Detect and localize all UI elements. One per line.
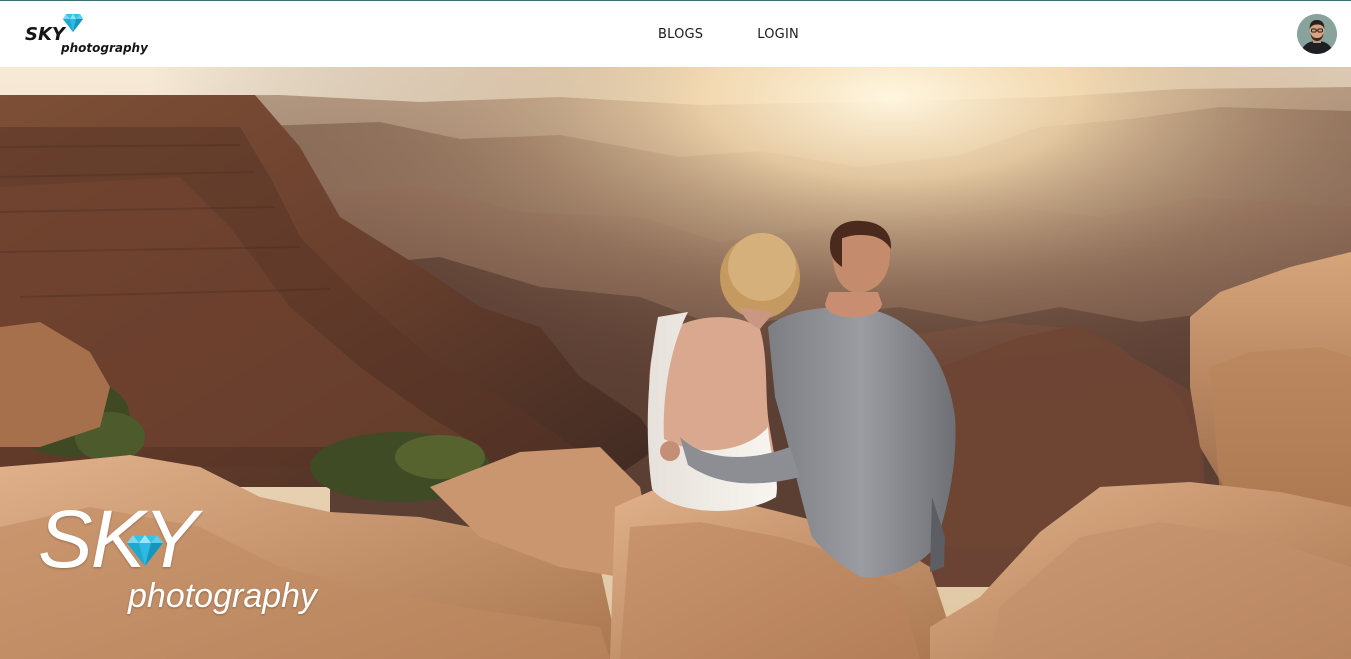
avatar-image xyxy=(1297,14,1337,54)
user-avatar[interactable] xyxy=(1297,14,1337,54)
brand-subtitle: photography xyxy=(61,41,148,55)
main-nav: BLOGS LOGIN xyxy=(640,1,817,67)
hero-banner: SKY photography xyxy=(0,67,1351,659)
nav-link-blogs[interactable]: BLOGS xyxy=(640,27,721,42)
nav-link-login[interactable]: LOGIN xyxy=(739,27,817,42)
diamond-icon xyxy=(127,535,163,566)
page: SKY photography BLOGS LOGIN SKY photogra… xyxy=(0,0,1351,659)
hero-logo-title: SKY xyxy=(38,494,198,585)
hero-logo-subtitle: photography xyxy=(128,577,318,615)
brand-logo[interactable]: SKY photography xyxy=(25,11,165,59)
hero-logo: SKY photography xyxy=(38,499,358,629)
navbar: SKY photography BLOGS LOGIN xyxy=(0,1,1351,67)
diamond-icon xyxy=(63,14,83,32)
brand-title: SKY xyxy=(25,24,65,45)
